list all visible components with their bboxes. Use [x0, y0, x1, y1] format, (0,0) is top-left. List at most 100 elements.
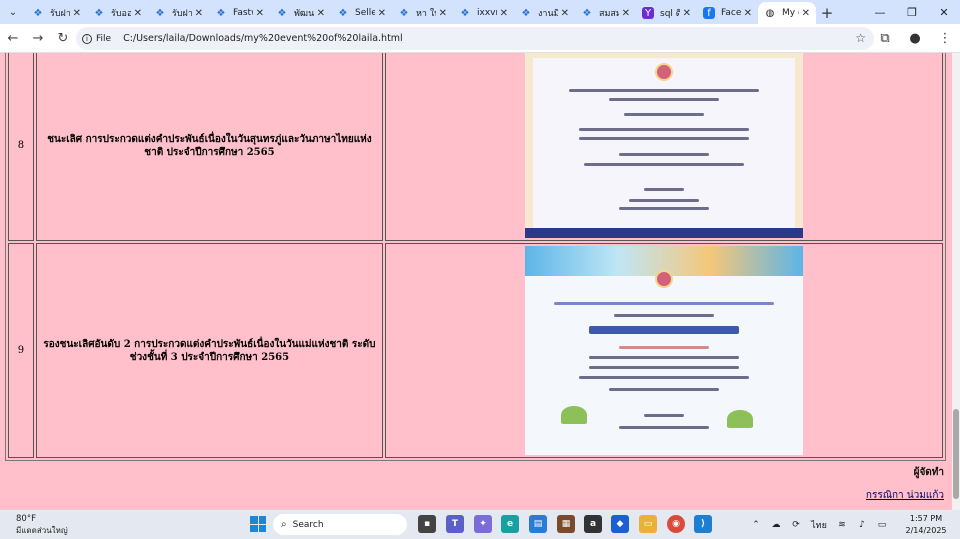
- certificate-text-line: [568, 89, 759, 92]
- butterfly-icon: ❖: [33, 7, 43, 19]
- forward-button[interactable]: →: [26, 26, 50, 50]
- task-view-icon[interactable]: ▪: [418, 515, 436, 533]
- copilot-icon[interactable]: ✦: [474, 515, 492, 533]
- close-icon[interactable]: ✕: [134, 8, 142, 19]
- scheme-label: File: [96, 33, 112, 44]
- new-tab-button[interactable]: +: [816, 2, 838, 24]
- close-window-button[interactable]: ✕: [928, 0, 960, 24]
- vertical-scrollbar[interactable]: [952, 53, 960, 510]
- table-row: 9 รองชนะเลิศอันดับ 2 การประกวดแต่งคำประพ…: [8, 243, 943, 458]
- close-icon[interactable]: ✕: [256, 8, 264, 19]
- language-indicator[interactable]: ไทย: [806, 518, 832, 532]
- tab-title: หา ใบ: [416, 9, 436, 19]
- butterfly-icon: ❖: [216, 7, 226, 19]
- extensions-icon[interactable]: ⧉: [870, 31, 900, 46]
- certificate-seal: [654, 270, 673, 288]
- clock[interactable]: 1:57 PM 2/14/2025: [892, 513, 960, 537]
- row-description: รองชนะเลิศอันดับ 2 การประกวดแต่งคำประพัน…: [35, 243, 383, 458]
- edge-icon[interactable]: e: [501, 515, 519, 533]
- butterfly-icon: ❖: [277, 7, 287, 19]
- wifi-icon[interactable]: ≋: [832, 520, 852, 530]
- tab[interactable]: ❖ พัฒนา✕: [270, 2, 331, 24]
- close-icon[interactable]: ✕: [561, 8, 569, 19]
- certificate-text-line: [608, 98, 719, 101]
- close-icon[interactable]: ✕: [439, 8, 447, 19]
- taskbar-search[interactable]: ⌕ Search: [273, 514, 407, 535]
- butterfly-icon: ❖: [521, 7, 531, 19]
- clock-date: 2/14/2025: [905, 525, 947, 535]
- certificate-text-line: [618, 346, 709, 349]
- tab[interactable]: ❖ รับฝาก✕: [26, 2, 87, 24]
- tab[interactable]: ❖ งานมี ✕: [514, 2, 575, 24]
- tab[interactable]: Ysql ดี ✕: [636, 2, 697, 24]
- back-button[interactable]: ←: [1, 26, 25, 50]
- butterfly-icon: ❖: [460, 7, 470, 19]
- butterfly-icon: ❖: [94, 7, 104, 19]
- menu-kebab-icon[interactable]: ⋮: [930, 31, 960, 46]
- close-icon[interactable]: ✕: [195, 8, 203, 19]
- chevron-up-icon[interactable]: ⌃: [746, 520, 766, 530]
- tab[interactable]: ❖ รับออก✕: [87, 2, 148, 24]
- battery-icon[interactable]: ▭: [872, 520, 892, 530]
- chrome-icon[interactable]: ◉: [667, 515, 685, 533]
- store-icon[interactable]: ▤: [529, 515, 547, 533]
- windows-start-icon[interactable]: [250, 516, 266, 532]
- certificate-paper: [532, 58, 795, 230]
- close-icon[interactable]: ✕: [802, 8, 810, 19]
- teams-icon[interactable]: T: [446, 515, 464, 533]
- close-icon[interactable]: ✕: [683, 8, 691, 19]
- tab-title: Face: [721, 8, 741, 18]
- flower-decoration: [726, 410, 753, 428]
- amazon-icon[interactable]: a: [584, 515, 602, 533]
- tab-search-button[interactable]: ⌄: [0, 0, 26, 24]
- tab[interactable]: ❖ Selle ✕: [331, 2, 392, 24]
- tab[interactable]: ❖ หา ใบ✕: [392, 2, 453, 24]
- close-icon[interactable]: ✕: [622, 8, 630, 19]
- volume-icon[interactable]: ♪: [852, 520, 872, 530]
- maximize-button[interactable]: ❐: [896, 0, 928, 24]
- certificate-signature: [643, 188, 684, 191]
- close-icon[interactable]: ✕: [500, 8, 508, 19]
- close-icon[interactable]: ✕: [317, 8, 325, 19]
- minimize-button[interactable]: —: [864, 0, 896, 24]
- tab[interactable]: ❖ ixxvm✕: [453, 2, 514, 24]
- butterfly-icon: ❖: [155, 7, 165, 19]
- close-icon[interactable]: ✕: [378, 8, 386, 19]
- close-icon[interactable]: ✕: [73, 8, 81, 19]
- tab[interactable]: f Face ✕: [697, 2, 758, 24]
- profile-icon[interactable]: ●: [900, 31, 930, 46]
- tab-title: รับฝาก: [50, 9, 70, 19]
- certificate-text-line: [618, 207, 709, 210]
- news-app-icon[interactable]: ▦: [557, 515, 575, 533]
- tab-title: Selle: [355, 8, 375, 18]
- site-info-chip[interactable]: i File: [82, 33, 112, 44]
- file-explorer-icon[interactable]: ▭: [639, 515, 657, 533]
- tab[interactable]: ❖ รับฝาก✕: [148, 2, 209, 24]
- sync-icon[interactable]: ⟳: [786, 520, 806, 530]
- reload-button[interactable]: ↻: [51, 26, 75, 50]
- butterfly-icon: ❖: [338, 7, 348, 19]
- scrollbar-thumb[interactable]: [953, 409, 959, 499]
- weather-temp: 80°F: [16, 514, 36, 524]
- certificate-signature: [643, 414, 684, 417]
- certificate-text-line: [618, 426, 709, 429]
- dropbox-icon[interactable]: ◆: [611, 515, 629, 533]
- organizer-name-link[interactable]: กรรณิกา น่วมแก้ว: [866, 488, 944, 503]
- browser-toolbar: ← → ↻ i File C:/Users/laila/Downloads/my…: [0, 24, 960, 53]
- tab-title: Fastw: [233, 8, 253, 18]
- vscode-icon[interactable]: ⟩: [694, 515, 712, 533]
- address-bar[interactable]: i File C:/Users/laila/Downloads/my%20eve…: [76, 27, 874, 50]
- close-icon[interactable]: ✕: [744, 8, 752, 19]
- certificate-name-line: [588, 326, 739, 334]
- cloud-icon[interactable]: ☁: [766, 520, 786, 530]
- tab-active[interactable]: ◍ My e ✕: [758, 2, 816, 24]
- search-placeholder: Search: [292, 519, 324, 530]
- weather-widget[interactable]: 80°F มีแดดส่วนใหญ่: [16, 514, 68, 536]
- url-text[interactable]: C:/Users/laila/Downloads/my%20event%20of…: [123, 33, 403, 44]
- bookmark-star-icon[interactable]: ☆: [855, 31, 866, 45]
- certificate-seal: [654, 63, 673, 81]
- tab[interactable]: ❖ Fastw✕: [209, 2, 270, 24]
- certificate-image: [524, 53, 803, 238]
- certificate-text-line: [618, 153, 709, 156]
- tab[interactable]: ❖ สมสม✕: [575, 2, 636, 24]
